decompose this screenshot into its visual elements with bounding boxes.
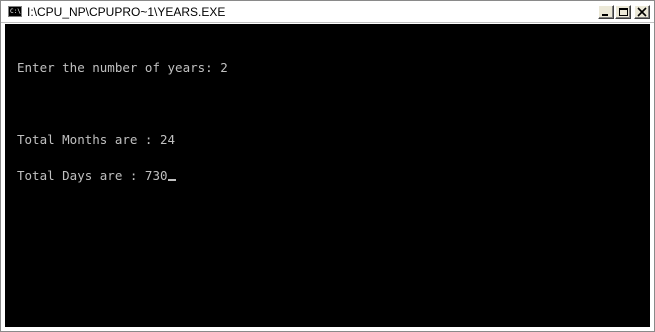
console-line-days: Total Days are : 730 xyxy=(17,168,228,183)
title-bar[interactable]: C:\ I:\CPU_NP\CPUPRO~1\YEARS.EXE xyxy=(1,1,654,23)
console-line-blank xyxy=(17,98,228,110)
console-line-months: Total Months are : 24 xyxy=(17,132,176,147)
close-button[interactable] xyxy=(634,5,650,19)
console-window: C:\ I:\CPU_NP\CPUPRO~1\YEARS.EXE Enter t… xyxy=(0,0,655,332)
console-line-prompt: Enter the number of years: 2 xyxy=(17,60,228,75)
maximize-button[interactable] xyxy=(615,5,631,19)
minimize-button[interactable] xyxy=(598,5,614,19)
console-line-days-text: Total Days are : 730 xyxy=(17,168,168,183)
window-border-right xyxy=(650,24,654,331)
console-text: Enter the number of years: 2 Total Month… xyxy=(17,38,228,206)
text-cursor xyxy=(167,179,176,181)
window-title: I:\CPU_NP\CPUPRO~1\YEARS.EXE xyxy=(27,5,226,19)
minimize-icon xyxy=(602,14,608,16)
close-icon xyxy=(637,7,647,17)
console-icon[interactable]: C:\ xyxy=(8,6,22,17)
console-output-area[interactable]: Enter the number of years: 2 Total Month… xyxy=(5,24,650,327)
maximize-icon xyxy=(619,8,628,16)
